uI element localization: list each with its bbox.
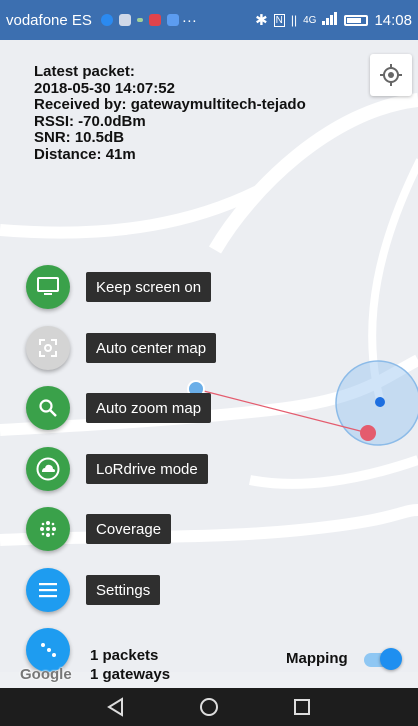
info-received-by: Received by: gatewaymultitech-tejado bbox=[34, 96, 306, 113]
battery-icon bbox=[344, 14, 369, 26]
auto-zoom-map-button[interactable] bbox=[26, 386, 70, 430]
notification-icon bbox=[148, 14, 161, 26]
center-focus-icon bbox=[39, 339, 57, 357]
notification-icon bbox=[118, 14, 131, 26]
toggle-knob bbox=[380, 648, 402, 670]
status-bar: vodafone ES ··· ✱ N || 4G 14:08 bbox=[0, 0, 418, 40]
home-circle-icon bbox=[199, 698, 218, 716]
lordrive-mode-button[interactable] bbox=[26, 447, 70, 491]
auto-zoom-map-label[interactable]: Auto zoom map bbox=[86, 393, 212, 423]
keep-screen-on-label[interactable]: Keep screen on bbox=[86, 272, 212, 302]
scatter-dots-icon bbox=[41, 643, 56, 657]
recents-button[interactable] bbox=[287, 692, 317, 722]
coverage-label[interactable]: Coverage bbox=[86, 514, 172, 544]
navigation-bar bbox=[0, 688, 418, 726]
info-snr: SNR: 10.5dB bbox=[34, 129, 125, 146]
carrier-name: vodafone ES bbox=[6, 11, 92, 29]
google-attribution: Google bbox=[20, 666, 72, 683]
auto-center-map-label[interactable]: Auto center map bbox=[86, 333, 217, 363]
home-button[interactable] bbox=[194, 692, 224, 722]
mapping-label: Mapping bbox=[286, 650, 348, 667]
bluetooth-icon: ✱ bbox=[255, 12, 268, 29]
recents-square-icon bbox=[293, 699, 310, 715]
menu-icon bbox=[39, 583, 57, 598]
packet-counts: 1 packets 1 gateways bbox=[90, 646, 170, 684]
coverage-button[interactable] bbox=[26, 507, 70, 551]
info-title: Latest packet: bbox=[34, 63, 135, 80]
cloud-icon bbox=[36, 457, 60, 481]
info-distance: Distance: 41m bbox=[34, 145, 136, 163]
notification-icon bbox=[136, 18, 143, 22]
crosshair-icon bbox=[380, 64, 402, 86]
gateways-count: 1 gateways bbox=[90, 666, 171, 683]
gateway-marker bbox=[375, 397, 385, 407]
more-notifications-icon: ··· bbox=[181, 11, 197, 29]
back-button[interactable] bbox=[101, 692, 131, 722]
packet-point-marker bbox=[360, 425, 376, 441]
my-location-button[interactable] bbox=[370, 54, 412, 96]
app-notification-icon bbox=[100, 14, 113, 26]
back-triangle-icon bbox=[107, 697, 124, 717]
auto-center-map-button[interactable] bbox=[26, 326, 70, 370]
info-rssi: RSSI: -70.0dBm bbox=[34, 112, 146, 130]
info-timestamp: 2018-05-30 14:07:52 bbox=[34, 79, 175, 97]
mapping-toggle[interactable] bbox=[362, 648, 404, 670]
signal-icon bbox=[322, 11, 338, 29]
settings-label[interactable]: Settings bbox=[86, 575, 161, 605]
notification-icon bbox=[166, 14, 179, 26]
keep-screen-on-button[interactable] bbox=[26, 265, 70, 309]
network-type: 4G bbox=[303, 14, 317, 26]
settings-button[interactable] bbox=[26, 568, 70, 612]
vibrate-icon: || bbox=[290, 13, 298, 27]
search-icon bbox=[39, 399, 57, 417]
packets-count: 1 packets bbox=[90, 647, 159, 664]
nfc-icon: N bbox=[273, 13, 285, 27]
lordrive-mode-label[interactable]: LoRdrive mode bbox=[86, 454, 208, 484]
monitor-icon bbox=[37, 277, 59, 295]
packet-info: Latest packet: 2018-05-30 14:07:52 Recei… bbox=[34, 63, 306, 163]
dots-grid-icon bbox=[40, 521, 56, 537]
clock: 14:08 bbox=[374, 11, 412, 29]
